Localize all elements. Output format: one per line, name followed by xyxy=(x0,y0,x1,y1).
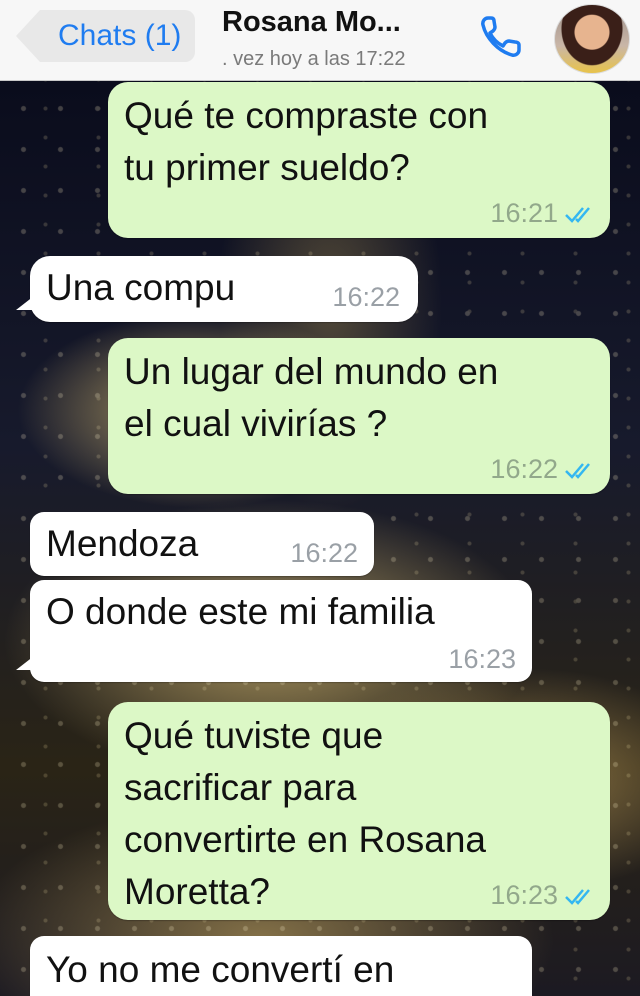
message-time: 16:22 xyxy=(490,454,558,484)
message-time: 16:23 xyxy=(490,880,558,910)
message-outgoing[interactable]: Qué te compraste con tu primer sueldo? 1… xyxy=(108,82,610,238)
message-text: Qué tuviste que sacrificar para converti… xyxy=(124,715,486,912)
phone-icon[interactable] xyxy=(476,12,530,62)
message-outgoing[interactable]: Qué tuviste que sacrificar para converti… xyxy=(108,702,610,920)
message-time: 16:22 xyxy=(290,538,358,568)
back-button-body: Chats (1) xyxy=(40,10,196,62)
message-incoming[interactable]: Una compu 16:22 xyxy=(16,256,418,322)
message-text: Un lugar del mundo en el cual vivirías ? xyxy=(124,351,499,444)
message-incoming[interactable]: Mendoza 16:22 xyxy=(30,512,374,576)
message-incoming[interactable]: Yo no me convertí en xyxy=(30,936,532,996)
contact-avatar[interactable] xyxy=(554,4,630,74)
message-text: Mendoza xyxy=(46,523,199,564)
last-seen-status: . vez hoy a las 17:22 xyxy=(222,48,406,70)
back-button[interactable]: Chats (1) xyxy=(16,10,208,62)
contact-name[interactable]: Rosana Mo... xyxy=(222,6,401,39)
back-button-label: Chats (1) xyxy=(58,19,182,52)
message-outgoing[interactable]: Un lugar del mundo en el cual vivirías ?… xyxy=(108,338,610,494)
message-time: 16:23 xyxy=(448,644,516,674)
message-text: Qué te compraste con tu primer sueldo? xyxy=(124,95,489,188)
message-text: O donde este mi familia xyxy=(46,591,435,632)
message-text: Yo no me convertí en xyxy=(46,949,395,990)
double-check-icon xyxy=(565,207,590,223)
double-check-icon xyxy=(565,463,590,479)
message-time: 16:22 xyxy=(332,282,400,312)
bubble-tail xyxy=(16,296,34,310)
message-incoming[interactable]: O donde este mi familia 16:23 xyxy=(16,580,532,682)
bubble-tail xyxy=(16,656,34,670)
chat-header: Chats (1) Rosana Mo... . vez hoy a las 1… xyxy=(0,0,640,81)
back-chevron-icon xyxy=(16,10,40,62)
message-text: Una compu xyxy=(46,267,236,308)
message-time: 16:21 xyxy=(490,198,558,228)
double-check-icon xyxy=(565,889,590,905)
